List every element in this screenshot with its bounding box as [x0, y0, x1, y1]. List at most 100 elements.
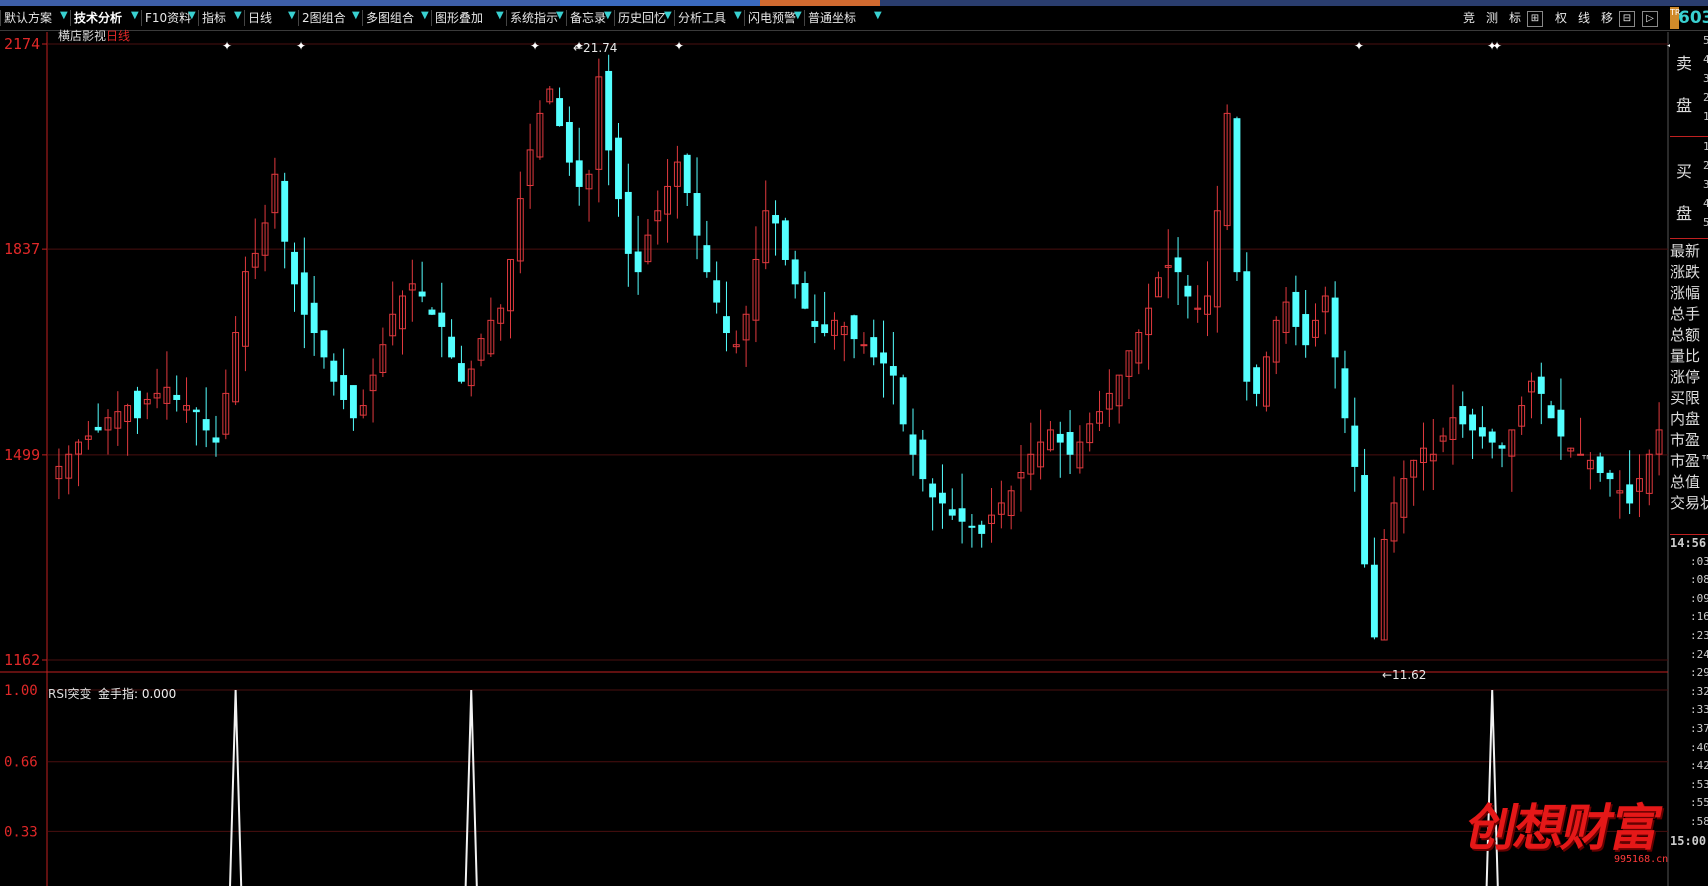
candle-body[interactable] [428, 309, 436, 315]
candle-body[interactable] [556, 98, 564, 127]
candle-body[interactable] [615, 137, 622, 200]
candle-body[interactable] [418, 291, 426, 297]
tick-time: :37 [1690, 722, 1708, 735]
candle-body[interactable] [1174, 257, 1182, 273]
candle-body[interactable] [565, 122, 573, 163]
candle-body[interactable] [1606, 472, 1614, 480]
tick-time: 14:56 [1670, 536, 1707, 550]
sell-level: 3 [1703, 72, 1708, 85]
candle-body[interactable] [291, 251, 298, 285]
candle-body[interactable] [202, 419, 210, 431]
candle-body[interactable] [1626, 484, 1634, 504]
candle-body[interactable] [880, 352, 887, 364]
candle-body[interactable] [723, 316, 730, 334]
candle-body[interactable] [713, 280, 721, 303]
candle-body[interactable] [1469, 414, 1477, 431]
candle-body[interactable] [330, 360, 338, 382]
quote-label-11: 总值 [1670, 473, 1701, 491]
tick-time: :55 [1690, 796, 1708, 810]
candle-body[interactable] [340, 375, 348, 400]
candle-body[interactable] [1577, 453, 1584, 456]
candle-body[interactable] [1537, 376, 1545, 394]
quote-label-0: 最新 [1670, 242, 1701, 260]
candle-body[interactable] [1184, 285, 1192, 297]
candle-body[interactable] [850, 315, 858, 340]
candle-body[interactable] [870, 337, 878, 358]
candle-body[interactable] [1341, 368, 1349, 419]
candle-body[interactable] [300, 272, 308, 315]
candle-body[interactable] [457, 363, 465, 382]
candle-body[interactable] [929, 483, 937, 498]
candle-body[interactable] [1498, 445, 1506, 449]
candle-body[interactable] [703, 245, 711, 273]
candle-body[interactable] [1331, 297, 1339, 358]
candle-body[interactable] [605, 70, 613, 151]
quote-label-1: 涨跌 [1670, 263, 1701, 281]
candle-body[interactable] [575, 160, 583, 187]
candle-body[interactable] [310, 302, 318, 334]
candle-body[interactable] [958, 508, 966, 522]
quote-label-12: 交易状 [1670, 494, 1708, 512]
tick-time: :08 [1690, 573, 1708, 587]
candle-body[interactable] [683, 154, 691, 194]
candle-body[interactable] [693, 193, 701, 236]
candle-body[interactable] [1253, 367, 1261, 394]
candle-body[interactable] [192, 409, 200, 413]
candle-body[interactable] [1066, 432, 1074, 455]
candle-body[interactable] [899, 377, 907, 425]
candle-body[interactable] [624, 191, 632, 254]
candle-body[interactable] [978, 524, 986, 534]
candle-body[interactable] [772, 215, 779, 224]
candle-body[interactable] [1459, 406, 1467, 425]
signal-marker: ✦ [530, 39, 540, 53]
candle-body[interactable] [1488, 431, 1496, 443]
candle-body[interactable] [1557, 409, 1565, 437]
candle-body[interactable] [634, 251, 642, 273]
candle-body[interactable] [860, 344, 868, 347]
candle-body[interactable] [349, 385, 357, 419]
candle-body[interactable] [1056, 433, 1064, 443]
candle-body[interactable] [1292, 291, 1300, 327]
candle-body[interactable] [438, 312, 446, 327]
price-axis-label: 1162 [4, 651, 40, 669]
candle-body[interactable] [909, 434, 917, 455]
candle-body[interactable] [968, 525, 976, 528]
signal-marker: ✦ [1354, 39, 1364, 53]
candle-body[interactable] [939, 492, 946, 504]
candle-body[interactable] [94, 426, 102, 431]
candle-body[interactable] [1233, 118, 1241, 273]
candle-body[interactable] [281, 180, 289, 242]
ticks-divider [1670, 534, 1708, 535]
candle-body[interactable] [320, 330, 328, 358]
candle-body[interactable] [1302, 314, 1310, 346]
candle-body[interactable] [1547, 405, 1555, 419]
watermark-logo: 创想财富 [1460, 798, 1666, 857]
candle-body[interactable] [791, 259, 799, 285]
indicator-line[interactable] [48, 689, 1670, 886]
candle-body[interactable] [948, 509, 956, 516]
candle-body[interactable] [1361, 475, 1369, 565]
candle-body[interactable] [889, 366, 897, 376]
tick-time: :24 [1690, 647, 1708, 661]
candle-body[interactable] [1351, 425, 1359, 467]
candle-body[interactable] [1243, 271, 1251, 382]
candle-body[interactable] [212, 437, 220, 443]
candle-body[interactable] [173, 394, 181, 400]
buy-level: 3 [1703, 178, 1708, 191]
candle-body[interactable] [448, 336, 456, 358]
candle-body[interactable] [811, 321, 819, 327]
candle-body[interactable] [1370, 564, 1378, 638]
sell-level: 5 [1703, 34, 1708, 47]
kline-chart[interactable]: 2174183714991162横店影视日线✦✦✦✦✦✦✦✦✦←21.74←11… [0, 0, 1670, 886]
candle-body[interactable] [1596, 456, 1604, 474]
signal-marker: ✦ [296, 39, 306, 53]
candle-body[interactable] [781, 220, 789, 260]
candle-body[interactable] [1478, 427, 1486, 437]
candle-body[interactable] [801, 283, 809, 309]
sell-level: 2 [1703, 91, 1708, 104]
quote-label-9: 市盈 [1670, 431, 1701, 449]
candle-body[interactable] [821, 324, 829, 334]
stock-code-partial[interactable]: 603 [1678, 8, 1708, 28]
candle-body[interactable] [134, 390, 141, 419]
candle-body[interactable] [919, 439, 927, 480]
